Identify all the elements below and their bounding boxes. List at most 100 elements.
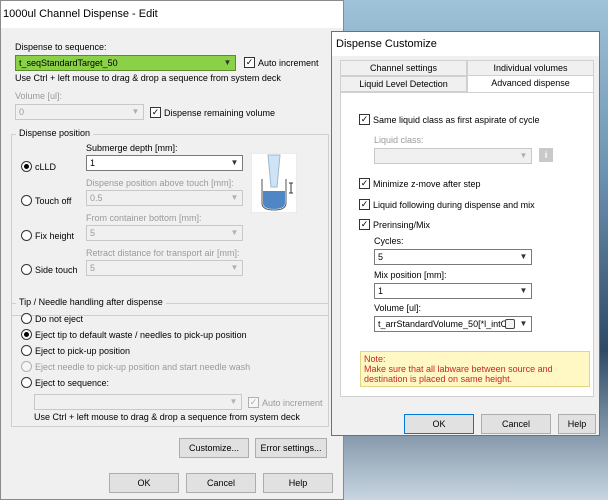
tip-drag-hint: Use Ctrl + left mouse to drag & drop a s… bbox=[34, 412, 300, 422]
above-touch-dropdown[interactable]: 0.5 ▼ bbox=[86, 190, 243, 206]
prerinsing-label: Prerinsing/Mix bbox=[373, 220, 431, 230]
sequence-label: Dispense to sequence: bbox=[15, 42, 107, 52]
note-title: Note: bbox=[364, 354, 386, 364]
chevron-down-icon: ▼ bbox=[229, 397, 238, 406]
radio-fix-height[interactable] bbox=[21, 230, 32, 241]
container-bottom-dropdown[interactable]: 5 ▼ bbox=[86, 225, 243, 241]
radio-eject-needle-wash[interactable] bbox=[21, 361, 32, 372]
dispense-position-legend: Dispense position bbox=[16, 128, 94, 138]
same-liquid-class-label: Same liquid class as first aspirate of c… bbox=[373, 115, 540, 125]
cycles-dropdown[interactable]: 5 ▼ bbox=[374, 249, 532, 265]
radio-eject-sequence[interactable] bbox=[21, 377, 32, 388]
customize-button[interactable]: Customize... bbox=[179, 438, 249, 458]
retract-label: Retract distance for transport air [mm]: bbox=[86, 248, 240, 258]
retract-value: 5 bbox=[90, 263, 96, 273]
liquid-following-checkbox[interactable]: ✓ bbox=[359, 199, 370, 210]
auto-increment-label: Auto increment bbox=[258, 58, 319, 68]
drag-hint: Use Ctrl + left mouse to drag & drop a s… bbox=[15, 73, 281, 83]
minimize-z-label: Minimize z-move after step bbox=[373, 179, 481, 189]
tab-channel-settings[interactable]: Channel settings bbox=[340, 60, 467, 76]
liquid-following-label: Liquid following during dispense and mix bbox=[373, 200, 535, 210]
chevron-down-icon: ▼ bbox=[230, 228, 239, 237]
channel-dispense-window: 1000ul Channel Dispense - Edit Dispense … bbox=[0, 0, 344, 500]
error-settings-button[interactable]: Error settings... bbox=[255, 438, 327, 458]
window-title: 1000ul Channel Dispense - Edit bbox=[3, 8, 158, 20]
tip-handling-group: Tip / Needle handling after dispense Do … bbox=[11, 297, 329, 427]
main-content: Dispense to sequence: t_seqStandardTarge… bbox=[1, 29, 343, 499]
mix-position-label: Mix position [mm]: bbox=[374, 270, 447, 280]
submerge-value: 1 bbox=[90, 158, 96, 168]
mix-position-dropdown[interactable]: 1 ▼ bbox=[374, 283, 532, 299]
volume-dropdown[interactable]: 0 ▼ bbox=[15, 104, 144, 120]
tip-handling-legend: Tip / Needle handling after dispense bbox=[16, 297, 166, 307]
submerge-dropdown[interactable]: 1 ▼ bbox=[86, 155, 243, 171]
radio-eject-pickup-label: Eject to pick-up position bbox=[35, 346, 131, 356]
above-touch-label: Dispense position above touch [mm]: bbox=[86, 178, 234, 188]
dialog-volume-label: Volume [ul]: bbox=[374, 303, 422, 313]
dispense-customize-dialog: Dispense Customize Channel settings Indi… bbox=[331, 31, 600, 436]
tab-advanced-dispense[interactable]: Advanced dispense bbox=[467, 75, 594, 93]
chevron-down-icon: ▼ bbox=[230, 158, 239, 167]
prerinsing-checkbox[interactable]: ✓ bbox=[359, 219, 370, 230]
liquid-class-dropdown[interactable]: ▼ bbox=[374, 148, 532, 164]
info-icon[interactable]: i bbox=[539, 148, 553, 162]
radio-eject-pickup[interactable] bbox=[21, 345, 32, 356]
submerge-label: Submerge depth [mm]: bbox=[86, 143, 178, 153]
retract-dropdown[interactable]: 5 ▼ bbox=[86, 260, 243, 276]
liquid-class-label: Liquid class: bbox=[374, 135, 424, 145]
cycles-label: Cycles: bbox=[374, 236, 404, 246]
tip-auto-increment-checkbox[interactable]: ✓ bbox=[248, 397, 259, 408]
dialog-title: Dispense Customize bbox=[336, 38, 437, 50]
radio-eject-default-waste[interactable] bbox=[21, 329, 32, 340]
note-box: Note: Make sure that all labware between… bbox=[360, 351, 590, 387]
same-liquid-class-checkbox[interactable]: ✓ bbox=[359, 114, 370, 125]
main-cancel-button[interactable]: Cancel bbox=[186, 473, 256, 493]
window-titlebar: 1000ul Channel Dispense - Edit bbox=[1, 1, 343, 28]
volume-value: 0 bbox=[19, 107, 25, 117]
main-help-button[interactable]: Help bbox=[263, 473, 333, 493]
note-text: Make sure that all labware between sourc… bbox=[364, 364, 553, 384]
dialog-volume-dropdown[interactable]: t_arrStandardVolume_50[*l_intC ▼ bbox=[374, 316, 532, 332]
chevron-down-icon: ▼ bbox=[131, 107, 140, 116]
eject-sequence-dropdown[interactable]: ▼ bbox=[34, 394, 242, 410]
dialog-ok-button[interactable]: OK bbox=[404, 414, 474, 434]
chevron-down-icon: ▼ bbox=[519, 151, 528, 160]
radio-touch-off-label: Touch off bbox=[35, 196, 72, 206]
container-bottom-label: From container bottom [mm]: bbox=[86, 213, 202, 223]
dialog-volume-value: t_arrStandardVolume_50[*l_intC bbox=[378, 319, 508, 329]
radio-side-touch[interactable] bbox=[21, 264, 32, 275]
variable-link-icon[interactable] bbox=[505, 319, 515, 329]
radio-touch-off[interactable] bbox=[21, 195, 32, 206]
radio-eject-sequence-label: Eject to sequence: bbox=[35, 378, 110, 388]
sequence-dropdown[interactable]: t_seqStandardTarget_50 ▼ bbox=[15, 55, 236, 71]
minimize-z-checkbox[interactable]: ✓ bbox=[359, 178, 370, 189]
radio-do-not-eject-label: Do not eject bbox=[35, 314, 84, 324]
advanced-dispense-panel: ✓ Same liquid class as first aspirate of… bbox=[340, 92, 594, 397]
dispense-position-group: Dispense position cLLD Touch off Fix hei… bbox=[11, 128, 329, 316]
tab-liquid-level-detection[interactable]: Liquid Level Detection bbox=[340, 76, 467, 92]
chevron-down-icon: ▼ bbox=[223, 58, 232, 67]
dialog-help-button[interactable]: Help bbox=[558, 414, 596, 434]
radio-side-touch-label: Side touch bbox=[35, 265, 78, 275]
chevron-down-icon: ▼ bbox=[519, 286, 528, 295]
dispense-remaining-label: Dispense remaining volume bbox=[164, 108, 276, 118]
mix-position-value: 1 bbox=[378, 286, 384, 296]
radio-do-not-eject[interactable] bbox=[21, 313, 32, 324]
tip-submerge-illustration bbox=[251, 153, 297, 213]
main-ok-button[interactable]: OK bbox=[109, 473, 179, 493]
radio-clld-label: cLLD bbox=[35, 162, 57, 172]
radio-eject-default-waste-label: Eject tip to default waste / needles to … bbox=[35, 330, 247, 340]
chevron-down-icon: ▼ bbox=[230, 193, 239, 202]
radio-clld[interactable] bbox=[21, 161, 32, 172]
above-touch-value: 0.5 bbox=[90, 193, 103, 203]
dispense-remaining-checkbox[interactable]: ✓ bbox=[150, 107, 161, 118]
chevron-down-icon: ▼ bbox=[519, 252, 528, 261]
auto-increment-checkbox[interactable]: ✓ bbox=[244, 57, 255, 68]
container-bottom-value: 5 bbox=[90, 228, 96, 238]
dialog-titlebar: Dispense Customize bbox=[332, 32, 599, 56]
dialog-cancel-button[interactable]: Cancel bbox=[481, 414, 551, 434]
tab-individual-volumes[interactable]: Individual volumes bbox=[467, 60, 594, 76]
radio-eject-needle-wash-label: Eject needle to pick-up position and sta… bbox=[35, 362, 251, 372]
cycles-value: 5 bbox=[378, 252, 384, 262]
chevron-down-icon: ▼ bbox=[519, 319, 528, 328]
